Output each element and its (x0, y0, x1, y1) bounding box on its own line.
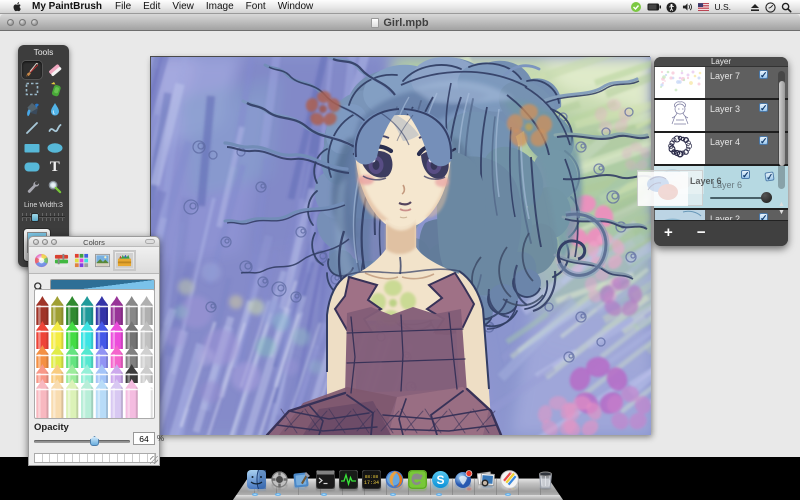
svg-text:S: S (436, 473, 444, 487)
svg-text:17:34: 17:34 (364, 480, 379, 486)
